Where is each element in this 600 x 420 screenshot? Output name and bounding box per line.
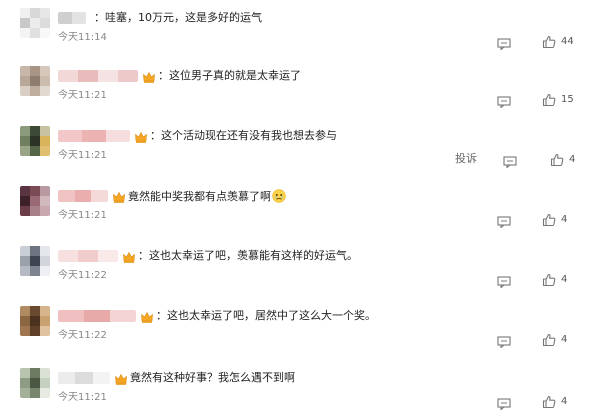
username-blurred[interactable] [58, 310, 136, 322]
comment-text-content: ：这也太幸运了吧，居然中了这么大一个奖。 [156, 309, 376, 322]
thumbs-up-icon[interactable] [542, 212, 556, 227]
comment-bubble-icon[interactable] [497, 93, 511, 109]
comment-timestamp: 今天11:14 [58, 32, 107, 43]
thumbs-up-icon[interactable] [542, 34, 556, 49]
like-count: 4 [569, 154, 576, 165]
like-count: 4 [561, 396, 568, 407]
crown-badge-icon [142, 69, 156, 83]
like-count: 4 [561, 214, 568, 225]
avatar[interactable] [20, 66, 50, 96]
comment-item: ：这也太幸运了吧，居然中了这么大一个奖。今天11:22 4 [0, 300, 600, 358]
comment-timestamp: 今天11:22 [58, 330, 107, 341]
comment-timestamp: 今天11:21 [58, 392, 107, 403]
thumbs-up-icon[interactable] [542, 272, 556, 287]
report-button[interactable]: 投诉 [455, 152, 477, 166]
comment-item: ：这也太幸运了吧，羡慕能有这样的好运气。今天11:22 4 [0, 240, 600, 298]
comment-timestamp: 今天11:21 [58, 210, 107, 221]
thumbs-up-icon[interactable] [542, 92, 556, 107]
comment-item: ：这个活动现在还有没有我也想去参与今天11:21 投诉 4 [0, 120, 600, 178]
username-blurred[interactable] [58, 190, 108, 202]
comment-timestamp: 今天11:22 [58, 270, 107, 281]
like-count: 4 [561, 334, 568, 345]
comment-text-content: 竟然能中奖我都有点羡慕了啊 [128, 190, 271, 203]
comment-text-content: 竟然有这种好事？我怎么遇不到啊 [130, 371, 295, 384]
comment-bubble-icon[interactable] [497, 333, 511, 349]
comment-text: 竟然有这种好事？我怎么遇不到啊 [130, 371, 295, 385]
comment-text-content: ：这个活动现在还有没有我也想去参与 [150, 129, 337, 142]
comment-item: 竟然能中奖我都有点羡慕了啊今天11:21 4 [0, 180, 600, 238]
avatar[interactable] [20, 186, 50, 216]
avatar[interactable] [20, 306, 50, 336]
comment-bubble-icon[interactable] [497, 273, 511, 289]
crown-badge-icon [122, 249, 136, 263]
like-count: 44 [561, 36, 574, 47]
comment-item: 竟然有这种好事？我怎么遇不到啊今天11:21 4 [0, 362, 600, 420]
thumbs-up-icon[interactable] [542, 394, 556, 409]
comment-timestamp: 今天11:21 [58, 90, 107, 101]
avatar[interactable] [20, 8, 50, 38]
comment-bubble-icon[interactable] [503, 153, 517, 169]
thumbs-up-icon[interactable] [542, 332, 556, 347]
comment-text: ：这位男子真的就是太幸运了 [158, 69, 301, 83]
comment-text-content: ：哇塞，10万元，这是多好的运气 [94, 11, 262, 24]
crown-badge-icon [140, 309, 154, 323]
comment-bubble-icon[interactable] [497, 395, 511, 411]
comment-text: ：这也太幸运了吧，羡慕能有这样的好运气。 [138, 249, 358, 263]
comment-item: ：这位男子真的就是太幸运了今天11:21 15 [0, 60, 600, 118]
crown-badge-icon [112, 189, 126, 203]
crown-badge-icon [134, 129, 148, 143]
avatar[interactable] [20, 126, 50, 156]
comment-text-content: ：这位男子真的就是太幸运了 [158, 69, 301, 82]
username-blurred[interactable] [58, 130, 130, 142]
crown-badge-icon [114, 371, 128, 385]
like-count: 15 [561, 94, 574, 105]
comment-bubble-icon[interactable] [497, 213, 511, 229]
comment-text: ：这也太幸运了吧，居然中了这么大一个奖。 [156, 309, 376, 323]
comment-text: ：哇塞，10万元，这是多好的运气 [94, 11, 262, 25]
comment-text: 竟然能中奖我都有点羡慕了啊 [128, 189, 286, 204]
avatar[interactable] [20, 368, 50, 398]
comment-timestamp: 今天11:21 [58, 150, 107, 161]
like-count: 4 [561, 274, 568, 285]
comment-item: ：哇塞，10万元，这是多好的运气今天11:14 44 [0, 2, 600, 60]
thumbs-up-icon[interactable] [550, 152, 564, 167]
comment-text: ：这个活动现在还有没有我也想去参与 [150, 129, 337, 143]
teary-face-emoji-icon [272, 189, 286, 203]
username-blurred[interactable] [58, 250, 118, 262]
avatar[interactable] [20, 246, 50, 276]
username-blurred[interactable] [58, 12, 86, 24]
username-blurred[interactable] [58, 70, 138, 82]
comment-text-content: ：这也太幸运了吧，羡慕能有这样的好运气。 [138, 249, 358, 262]
username-blurred[interactable] [58, 372, 110, 384]
comment-bubble-icon[interactable] [497, 35, 511, 51]
